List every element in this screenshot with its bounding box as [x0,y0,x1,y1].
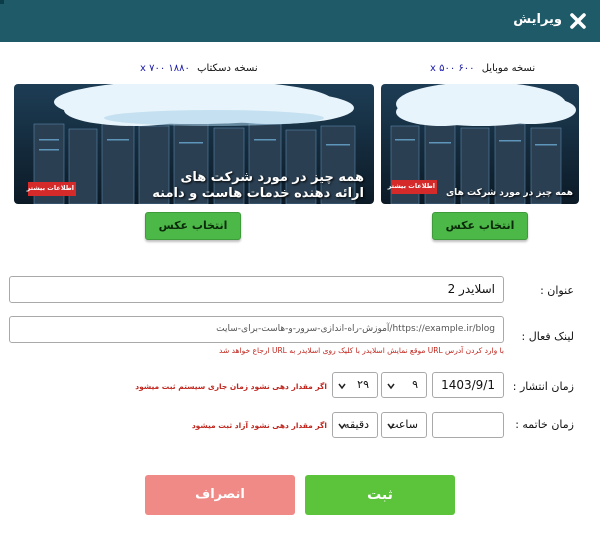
publish-label: زمان انتشار : [512,380,574,393]
expire-label: زمان خاتمه : [515,418,574,431]
link-input[interactable]: https://example.ir/blog/آموزش-راه-اندازی… [9,316,504,343]
expire-minute-value: دقیقه [344,418,369,431]
desktop-version-size: ۱۸۸۰ x ۷۰۰ [140,63,190,74]
desktop-version-label: نسخه دسکتاپ ۱۸۸۰ x ۷۰۰ [140,63,258,74]
chevron-down-icon [337,381,347,391]
title-input[interactable]: اسلایدر 2 [9,276,504,303]
cancel-button[interactable]: انصراف [145,475,295,515]
mobile-banner-heading: همه چیز در مورد شرکت های [445,188,573,198]
link-hint: با وارد کردن آدرس URL موقع نمایش اسلایدر… [219,346,504,355]
desktop-pick-image-button[interactable]: انتخاب عکس [145,212,241,240]
dialog-header: ویرایش [0,0,600,42]
chevron-down-icon [386,421,396,431]
publish-hour-select[interactable]: ۹ [381,372,427,398]
title-label: عنوان : [540,284,574,297]
close-icon[interactable] [568,11,588,31]
expire-date-input[interactable] [432,412,504,438]
mobile-banner-image: همه چیز در مورد شرکت های اطلاعات بیشتر [381,84,579,204]
mobile-pick-image-button[interactable]: انتخاب عکس [432,212,528,240]
desktop-banner-image: همه چیز در مورد شرکت های ارائه دهنده خدم… [14,84,374,204]
submit-button[interactable]: ثبت [305,475,455,515]
publish-hour-value: ۹ [412,378,418,391]
publish-minute-select[interactable]: ۲۹ [332,372,378,398]
link-label: لینک فعال : [521,330,574,343]
expire-hint: اگر مقدار دهی نشود آزاد ثبت میشود [191,421,327,430]
publish-hint: اگر مقدار دهی نشود زمان جاری سیستم ثبت م… [135,382,327,391]
desktop-banner-heading: همه چیز در مورد شرکت های [180,170,364,185]
expire-hour-select[interactable]: ساعت [381,412,427,438]
desktop-banner-more-button: اطلاعات بیشتر [26,184,74,192]
mobile-banner-more-button: اطلاعات بیشتر [387,182,435,190]
desktop-version-name: نسخه دسکتاپ [197,63,258,74]
publish-minute-value: ۲۹ [357,378,369,391]
desktop-banner-subheading: ارائه دهنده خدمات هاست و دامنه [152,186,364,201]
header-corner [0,0,4,4]
chevron-down-icon [386,381,396,391]
mobile-version-label: نسخه موبایل ۶۰۰ x ۵۰۰ [430,63,535,74]
publish-date-input[interactable]: 1403/9/1 [432,372,504,398]
mobile-version-name: نسخه موبایل [481,63,536,74]
mobile-version-size: ۶۰۰ x ۵۰۰ [430,63,475,74]
chevron-down-icon [337,421,347,431]
dialog-title: ویرایش [513,12,562,27]
expire-minute-select[interactable]: دقیقه [332,412,378,438]
